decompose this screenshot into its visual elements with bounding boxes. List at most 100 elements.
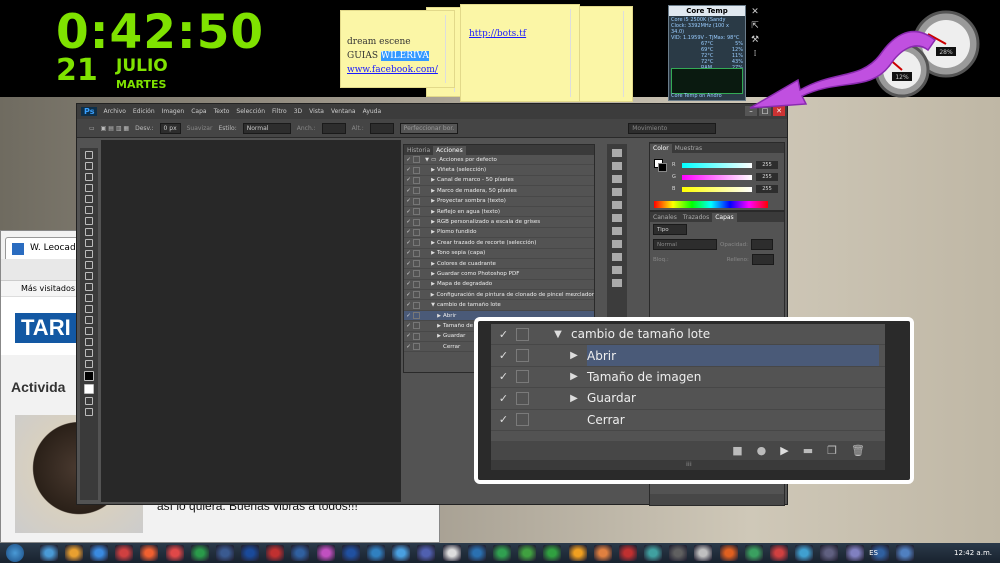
action-enabled-check[interactable]: ✓ bbox=[404, 344, 413, 350]
opacity-input[interactable] bbox=[750, 239, 773, 250]
menu-edicion[interactable]: Edición bbox=[133, 108, 155, 115]
dialog-toggle[interactable] bbox=[413, 176, 420, 184]
taskbar-app-button[interactable] bbox=[190, 545, 209, 561]
new-action-icon[interactable]: ❐ bbox=[827, 444, 837, 457]
chevron-right-icon[interactable]: ▶ bbox=[435, 333, 443, 339]
action-enabled-check[interactable]: ✓ bbox=[404, 292, 413, 298]
dialog-toggle[interactable] bbox=[516, 391, 529, 405]
history-brush-icon[interactable] bbox=[85, 250, 93, 258]
style-select[interactable]: Normal bbox=[242, 122, 291, 134]
gradient-tool-icon[interactable] bbox=[85, 272, 93, 280]
red-slider[interactable] bbox=[682, 163, 752, 168]
chevron-right-icon[interactable]: ▶ bbox=[429, 261, 437, 267]
fill-input[interactable] bbox=[751, 254, 774, 265]
zoom-action-row[interactable]: ✓ Cerrar bbox=[491, 410, 885, 431]
action-enabled-check[interactable]: ✓ bbox=[404, 281, 413, 287]
sticky-note-guias[interactable]: dream escene GUIAS WILERIVA www.facebook… bbox=[340, 10, 455, 88]
taskbar-app-button[interactable] bbox=[291, 545, 310, 561]
dialog-toggle[interactable] bbox=[413, 270, 420, 278]
dialog-toggle[interactable] bbox=[516, 413, 529, 427]
tools-icon[interactable] bbox=[612, 279, 622, 287]
height-input[interactable] bbox=[369, 122, 394, 134]
shape-tool-icon[interactable] bbox=[85, 338, 93, 346]
action-enabled-check[interactable]: ✓ bbox=[404, 209, 413, 215]
action-enabled-check[interactable]: ✓ bbox=[404, 250, 413, 256]
dialog-toggle[interactable] bbox=[516, 370, 529, 384]
tab-muestras[interactable]: Muestras bbox=[672, 144, 705, 153]
dialog-toggle[interactable] bbox=[413, 218, 420, 226]
info-icon[interactable] bbox=[612, 253, 622, 261]
taskbar-app-button[interactable] bbox=[744, 545, 763, 561]
taskbar-app-button[interactable] bbox=[719, 545, 738, 561]
eraser-tool-icon[interactable] bbox=[85, 261, 93, 269]
taskbar-app-button[interactable] bbox=[39, 545, 58, 561]
zoom-action-row[interactable]: ✓ ▼ cambio de tamaño lote bbox=[491, 324, 885, 346]
chevron-right-icon[interactable]: ▶ bbox=[565, 371, 583, 382]
dialog-toggle[interactable] bbox=[413, 312, 420, 320]
action-row[interactable]: ✓ ▶ Marco de madera, 50 píxeles bbox=[404, 186, 594, 197]
brush-tool-icon[interactable] bbox=[85, 228, 93, 236]
taskbar-app-button[interactable] bbox=[895, 545, 914, 561]
red-value[interactable]: 255 bbox=[756, 161, 778, 169]
foreground-color-icon[interactable] bbox=[84, 371, 94, 381]
path-select-icon[interactable] bbox=[85, 327, 93, 335]
taskbar-app-button[interactable] bbox=[341, 545, 360, 561]
menu-ventana[interactable]: Ventana bbox=[331, 108, 356, 115]
dialog-toggle[interactable] bbox=[516, 349, 529, 363]
action-row[interactable]: ✓ ▶ Tono sepia (capa) bbox=[404, 249, 594, 259]
move-tool-icon[interactable] bbox=[85, 151, 93, 159]
action-enabled-check[interactable]: ✓ bbox=[404, 198, 413, 204]
tab-acciones[interactable]: Acciones bbox=[433, 146, 466, 155]
chevron-right-icon[interactable]: ▶ bbox=[429, 167, 437, 173]
taskbar-app-button[interactable] bbox=[215, 545, 234, 561]
menu-ayuda[interactable]: Ayuda bbox=[363, 108, 382, 115]
dialog-toggle[interactable] bbox=[413, 166, 420, 174]
action-enabled-check[interactable]: ✓ bbox=[404, 188, 413, 194]
brush-presets-icon[interactable] bbox=[612, 201, 622, 209]
action-row[interactable]: ✓ ▼ ▭ Acciones por defecto bbox=[404, 155, 594, 166]
dialog-toggle[interactable] bbox=[413, 208, 420, 216]
system-clock[interactable]: 12:42 a.m. bbox=[954, 549, 992, 557]
screen-mode-icon[interactable] bbox=[85, 408, 93, 416]
taskbar-app-button[interactable] bbox=[644, 545, 663, 561]
navigator-icon[interactable] bbox=[612, 266, 622, 274]
blend-mode-select[interactable]: Normal bbox=[653, 239, 717, 250]
action-enabled-check[interactable]: ✓ bbox=[404, 261, 413, 267]
menu-filtro[interactable]: Filtro bbox=[272, 108, 287, 115]
chevron-right-icon[interactable]: ▶ bbox=[429, 240, 437, 246]
green-value[interactable]: 255 bbox=[756, 173, 778, 181]
taskbar-app-button[interactable] bbox=[367, 545, 386, 561]
taskbar-app-button[interactable] bbox=[241, 545, 260, 561]
taskbar-app-button[interactable] bbox=[618, 545, 637, 561]
tab-trazados[interactable]: Trazados bbox=[680, 213, 712, 222]
chevron-right-icon[interactable]: ▶ bbox=[429, 250, 437, 256]
quick-select-tool-icon[interactable] bbox=[85, 184, 93, 192]
taskbar-app-button[interactable] bbox=[140, 545, 159, 561]
action-enabled-check[interactable]: ✓ bbox=[404, 271, 413, 277]
menu-3d[interactable]: 3D bbox=[294, 108, 302, 115]
chevron-right-icon[interactable]: ▶ bbox=[429, 188, 437, 194]
taskbar-app-button[interactable] bbox=[845, 545, 864, 561]
dialog-toggle[interactable] bbox=[413, 197, 420, 205]
dialog-toggle[interactable] bbox=[413, 322, 420, 330]
taskbar-app-button[interactable] bbox=[795, 545, 814, 561]
chevron-right-icon[interactable]: ▶ bbox=[429, 198, 437, 204]
blue-slider[interactable] bbox=[682, 187, 752, 192]
dialog-toggle[interactable] bbox=[413, 228, 420, 236]
taskbar-app-button[interactable] bbox=[442, 545, 461, 561]
taskbar-app-button[interactable] bbox=[316, 545, 335, 561]
taskbar-app-button[interactable] bbox=[467, 545, 486, 561]
action-enabled-check[interactable]: ✓ bbox=[404, 157, 413, 163]
note-link[interactable]: http://bots.tf bbox=[469, 29, 579, 39]
action-enabled-check[interactable]: ✓ bbox=[404, 333, 413, 339]
action-row[interactable]: ✓ ▶ Configuración de pintura de clonado de… bbox=[404, 290, 594, 301]
taskbar-app-button[interactable] bbox=[266, 545, 285, 561]
dialog-toggle[interactable] bbox=[413, 332, 420, 340]
taskbar-app-button[interactable] bbox=[492, 545, 511, 561]
coretemp-gadget[interactable]: Core Temp Core i5 2500K (Sandy Clock: 33… bbox=[668, 5, 746, 101]
selection-mode-icon[interactable]: ▣ ▤ ▥ ▦ bbox=[101, 125, 129, 132]
action-row[interactable]: ✓ ▼ cambio de tamaño lote bbox=[404, 300, 594, 311]
document-area[interactable] bbox=[101, 140, 401, 502]
background-color-icon[interactable] bbox=[84, 384, 94, 394]
chevron-right-icon[interactable]: ▶ bbox=[565, 350, 583, 361]
